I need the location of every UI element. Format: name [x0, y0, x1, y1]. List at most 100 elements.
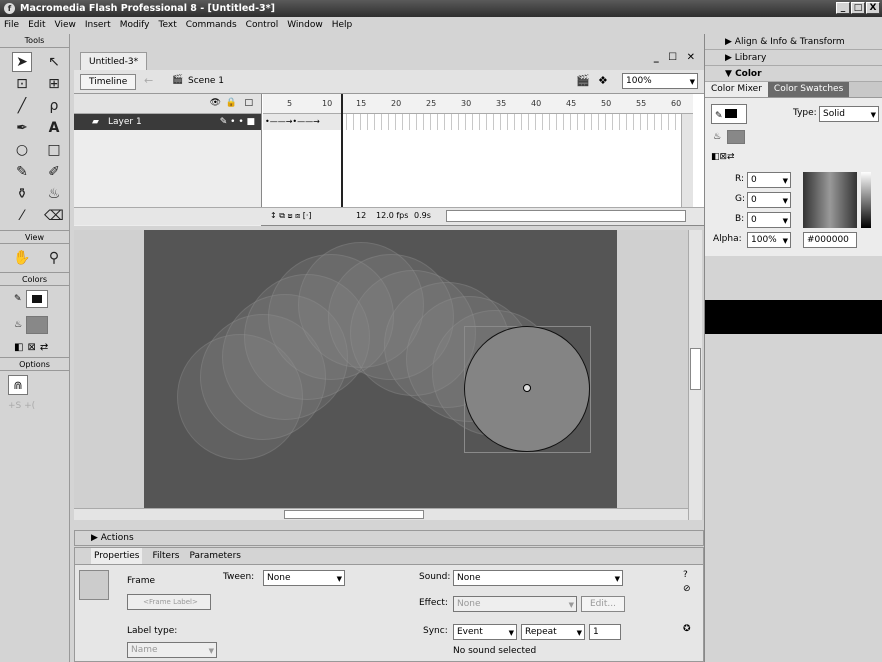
flash-logo-icon: f — [4, 3, 15, 14]
layer-status-icons: ✎ • • ■ — [219, 117, 255, 127]
registration-point-icon[interactable] — [523, 384, 531, 392]
stage-hscroll[interactable] — [74, 508, 688, 520]
ink-bottle-tool-icon[interactable]: ⚱ — [12, 184, 32, 204]
free-transform-tool-icon[interactable]: ⊡ — [12, 74, 32, 94]
oval-tool-icon[interactable]: ○ — [12, 140, 32, 160]
back-arrow-icon[interactable]: ← — [144, 74, 153, 87]
sync-label: Sync: — [423, 626, 448, 636]
menu-commands[interactable]: Commands — [186, 17, 237, 34]
subselect-tool-icon[interactable]: ↖ — [44, 52, 64, 72]
hscroll-thumb[interactable] — [284, 510, 424, 519]
g-input[interactable]: 0 — [747, 192, 791, 208]
alpha-input[interactable]: 100% — [747, 232, 791, 248]
fill-color-swatch[interactable] — [26, 316, 49, 334]
document-window-controls[interactable]: _ ☐ ✕ — [654, 52, 698, 63]
document-tab[interactable]: Untitled-3* — [80, 52, 148, 70]
brush-tool-icon[interactable]: ✐ — [44, 162, 64, 182]
timeline-button[interactable]: Timeline — [80, 74, 137, 90]
timeline-hscroll[interactable] — [446, 210, 686, 222]
tab-color-mixer[interactable]: Color Mixer — [705, 82, 768, 97]
library-panel-header[interactable]: ▶ Library — [705, 50, 882, 66]
outline-layers-icon[interactable]: □ — [244, 98, 253, 108]
close-button[interactable]: X — [866, 2, 880, 14]
hex-input[interactable]: #000000 — [803, 232, 857, 248]
menu-edit[interactable]: Edit — [28, 17, 45, 34]
color-panel-header[interactable]: ▼ Color — [705, 66, 882, 82]
black-white-icon[interactable]: ◧ — [14, 342, 23, 353]
tween-select[interactable]: None — [263, 570, 345, 586]
onion-skin-icons[interactable]: ↕ ⧉ ⧈ ⧇ [·] — [270, 211, 312, 221]
edit-scene-icon[interactable]: 🎬 — [576, 74, 590, 87]
motion-tween-frames[interactable]: •——→•——→ — [263, 114, 341, 130]
zoom-select[interactable]: 100% — [622, 73, 698, 89]
menu-modify[interactable]: Modify — [120, 17, 150, 34]
line-tool-icon[interactable]: ╱ — [12, 96, 32, 116]
help-icon[interactable]: ? — [683, 570, 688, 580]
minimize-button[interactable]: _ — [836, 2, 850, 14]
menu-help[interactable]: Help — [332, 17, 353, 34]
stage-vscroll[interactable] — [688, 230, 702, 520]
layer-row[interactable]: ▰ Layer 1 ✎ • • ■ — [74, 114, 261, 130]
sync-select[interactable]: Event — [453, 624, 517, 640]
pen-tool-icon[interactable]: ✒ — [12, 118, 32, 138]
menu-control[interactable]: Control — [246, 17, 279, 34]
tab-parameters[interactable]: Parameters — [189, 548, 241, 564]
paint-bucket-tool-icon[interactable]: ♨ — [44, 184, 64, 204]
edit-symbols-icon[interactable]: ❖ — [598, 74, 608, 87]
menu-text[interactable]: Text — [159, 17, 177, 34]
color-spectrum[interactable] — [803, 172, 857, 228]
frame-label-input[interactable]: <Frame Label> — [127, 594, 211, 610]
tab-filters[interactable]: Filters — [152, 548, 179, 564]
fill-transform-tool-icon[interactable]: ⊞ — [44, 74, 64, 94]
no-color-icon[interactable]: ⊠ — [27, 342, 35, 353]
hand-tool-icon[interactable]: ✋ — [12, 248, 32, 268]
text-tool-icon[interactable]: A — [44, 118, 64, 138]
pencil-tool-icon[interactable]: ✎ — [12, 162, 32, 182]
layer-frames[interactable]: •——→•——→ — [263, 114, 693, 130]
r-input[interactable]: 0 — [747, 172, 791, 188]
stroke-color-swatch[interactable] — [25, 290, 48, 308]
arrow-tool-icon[interactable]: ➤ — [12, 52, 32, 72]
show-hide-layers-icon[interactable]: 👁 — [210, 98, 221, 108]
menu-view[interactable]: View — [55, 17, 76, 34]
swap-colors-icon[interactable]: ⇄ — [40, 342, 48, 353]
edit-effect-button[interactable]: Edit... — [581, 596, 626, 612]
actions-panel-header[interactable]: ▶ Actions — [74, 530, 704, 546]
eraser-tool-icon[interactable]: ⌫ — [44, 206, 64, 226]
timeline-vscroll[interactable] — [681, 114, 693, 208]
sound-select[interactable]: None — [453, 570, 623, 586]
snap-to-objects-icon[interactable]: ⋒ — [8, 375, 28, 395]
color-type-select[interactable]: Solid — [819, 106, 879, 122]
align-panel-header[interactable]: ▶ Align & Info & Transform — [705, 34, 882, 50]
color-mixer: ✎ Type: Solid ♨ ◧⊠⇄ R: 0 G: 0 B: 0 Alpha… — [705, 98, 882, 256]
tab-color-swatches[interactable]: Color Swatches — [767, 82, 850, 97]
brightness-slider[interactable] — [861, 172, 871, 228]
b-input[interactable]: 0 — [747, 212, 791, 228]
tab-properties[interactable]: Properties — [91, 548, 143, 564]
lasso-tool-icon[interactable]: ρ — [44, 96, 64, 116]
mixer-fill-swatch[interactable] — [727, 130, 745, 144]
menu-file[interactable]: File — [4, 17, 19, 34]
menu-insert[interactable]: Insert — [85, 17, 111, 34]
playhead[interactable] — [341, 94, 343, 208]
lock-layers-icon[interactable]: 🔒 — [226, 98, 237, 108]
mixer-stroke-swatch[interactable]: ✎ — [711, 104, 747, 124]
edit-envelope-icon[interactable]: ✪ — [683, 624, 691, 634]
zoom-tool-icon[interactable]: ⚲ — [44, 248, 64, 268]
mixer-color-options-icon[interactable]: ◧⊠⇄ — [711, 152, 735, 162]
vscroll-thumb[interactable] — [690, 348, 701, 390]
maximize-button[interactable]: □ — [851, 2, 865, 14]
rectangle-tool-icon[interactable]: □ — [44, 140, 64, 160]
repeat-select[interactable]: Repeat — [521, 624, 585, 640]
effect-select[interactable]: None — [453, 596, 577, 612]
repeat-count-input[interactable]: 1 — [589, 624, 621, 640]
type-label: Type: — [793, 108, 817, 118]
frame-rate[interactable]: 12.0 fps — [376, 211, 408, 220]
actions-title: Actions — [100, 533, 134, 543]
eyedropper-tool-icon[interactable]: ⁄ — [12, 206, 32, 226]
menu-window[interactable]: Window — [287, 17, 323, 34]
alpha-label: Alpha: — [713, 234, 742, 244]
stage[interactable] — [144, 230, 617, 508]
panel-options-icon[interactable]: ⊘ — [683, 584, 691, 594]
label-type-select[interactable]: Name — [127, 642, 217, 658]
